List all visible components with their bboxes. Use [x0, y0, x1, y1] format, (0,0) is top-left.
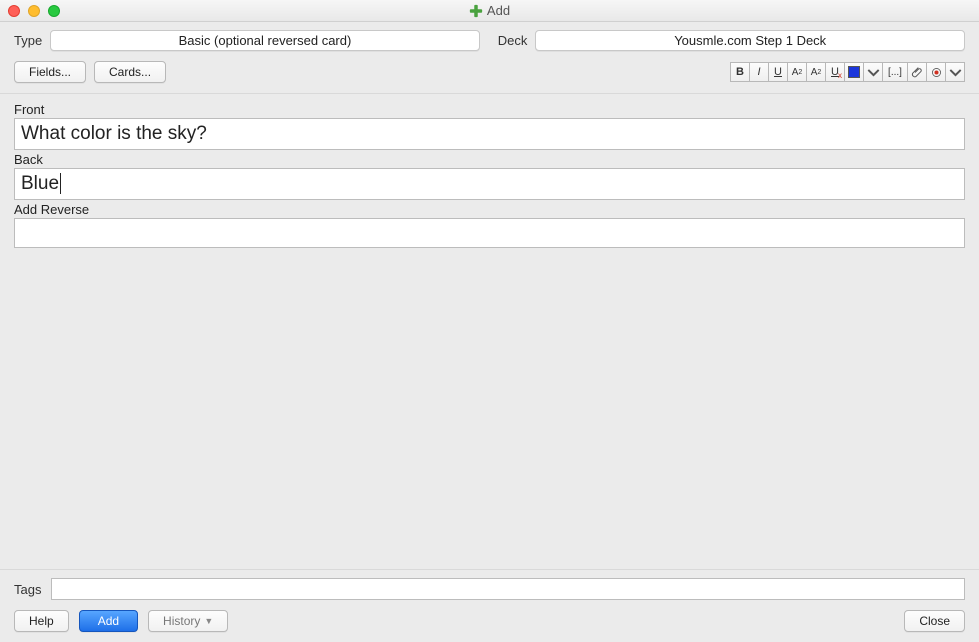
back-input[interactable]: Blue: [14, 168, 965, 200]
underline-button[interactable]: U: [768, 62, 788, 82]
cards-button[interactable]: Cards...: [94, 61, 166, 83]
chevron-down-icon: [867, 66, 880, 79]
add-button[interactable]: Add: [79, 610, 138, 632]
attach-button[interactable]: [907, 62, 927, 82]
tags-label: Tags: [14, 582, 41, 597]
cloze-button[interactable]: [...]: [882, 62, 908, 82]
fields-area: Front What color is the sky? Back Blue A…: [0, 94, 979, 248]
minimize-window-button[interactable]: [28, 5, 40, 17]
close-window-button[interactable]: [8, 5, 20, 17]
paperclip-icon: [911, 66, 924, 79]
chevron-down-icon: ▼: [204, 616, 213, 626]
color-swatch-icon: [848, 66, 860, 78]
format-toolbar: B I U A2 A2 Ux [...]: [730, 62, 965, 82]
tags-row: Tags: [14, 578, 965, 600]
more-options-button[interactable]: [945, 62, 965, 82]
add-icon: [469, 4, 483, 18]
type-deck-row: Type Basic (optional reversed card) Deck…: [0, 22, 979, 57]
bottom-bar: Tags Help Add History▼ Close: [0, 569, 979, 642]
toolbar-left: Fields... Cards...: [14, 61, 166, 83]
superscript-button[interactable]: A2: [787, 62, 807, 82]
tags-input[interactable]: [51, 578, 965, 600]
clear-format-button[interactable]: Ux: [825, 62, 845, 82]
deck-selector[interactable]: Yousmle.com Step 1 Deck: [535, 30, 965, 51]
record-audio-button[interactable]: [926, 62, 946, 82]
help-button[interactable]: Help: [14, 610, 69, 632]
maximize-window-button[interactable]: [48, 5, 60, 17]
add-reverse-label: Add Reverse: [14, 202, 965, 217]
bold-button[interactable]: B: [730, 62, 750, 82]
chevron-down-icon: [949, 66, 962, 79]
window-title: Add: [469, 3, 510, 18]
traffic-lights: [8, 5, 60, 17]
color-picker-button[interactable]: [863, 62, 883, 82]
text-color-button[interactable]: [844, 62, 864, 82]
type-selector[interactable]: Basic (optional reversed card): [50, 30, 480, 51]
record-icon: [930, 66, 943, 79]
type-label: Type: [14, 33, 42, 48]
toolbar-row: Fields... Cards... B I U A2 A2 Ux [...]: [0, 57, 979, 94]
italic-button[interactable]: I: [749, 62, 769, 82]
history-button[interactable]: History▼: [148, 610, 228, 632]
add-reverse-input[interactable]: [14, 218, 965, 248]
deck-label: Deck: [498, 33, 528, 48]
deck-value: Yousmle.com Step 1 Deck: [674, 33, 826, 48]
subscript-button[interactable]: A2: [806, 62, 826, 82]
front-input[interactable]: What color is the sky?: [14, 118, 965, 150]
back-label: Back: [14, 152, 965, 167]
bottom-buttons: Help Add History▼ Close: [14, 610, 965, 632]
close-button[interactable]: Close: [904, 610, 965, 632]
front-label: Front: [14, 102, 965, 117]
window-title-text: Add: [487, 3, 510, 18]
type-value: Basic (optional reversed card): [179, 33, 352, 48]
titlebar: Add: [0, 0, 979, 22]
fields-button[interactable]: Fields...: [14, 61, 86, 83]
